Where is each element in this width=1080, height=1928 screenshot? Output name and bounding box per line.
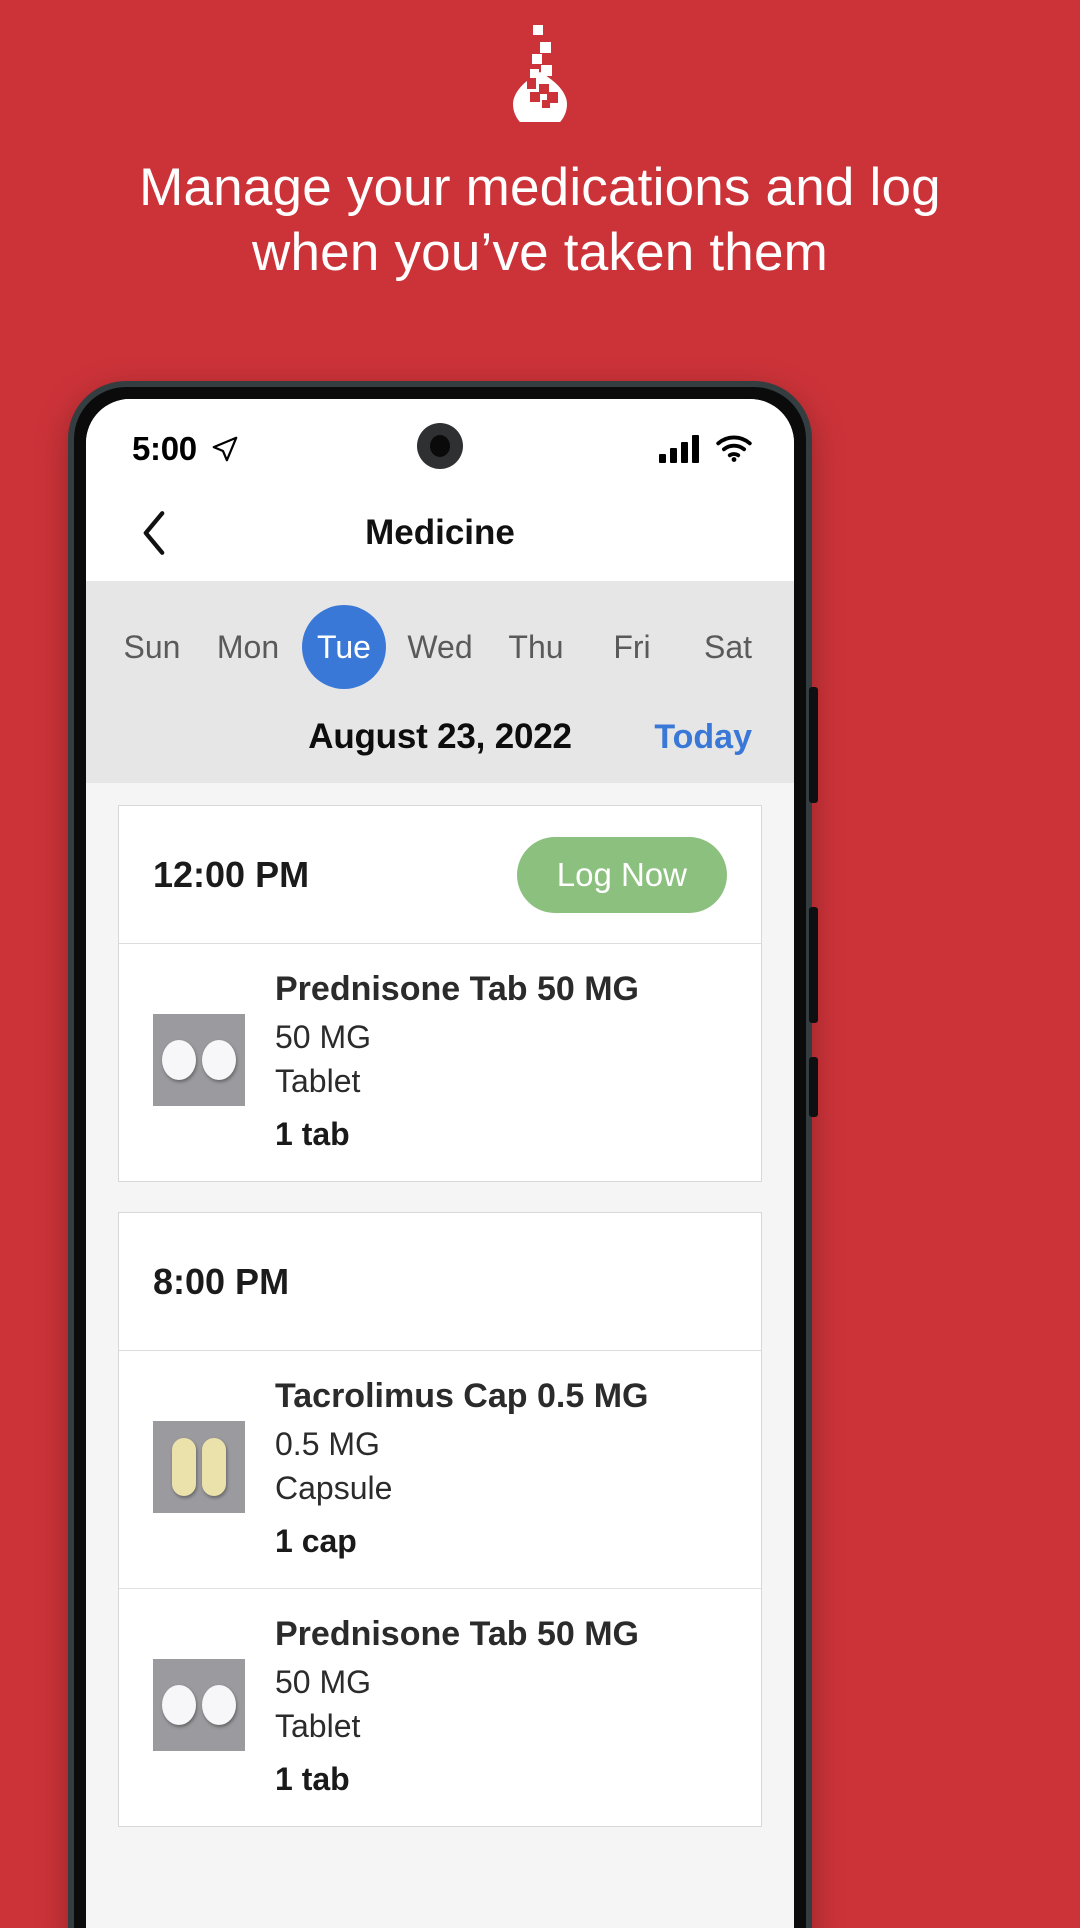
page-title: Medicine (365, 513, 515, 552)
log-now-button[interactable]: Log Now (516, 836, 727, 913)
white-oval-tablets-thumbnail (153, 1014, 245, 1106)
medication-strength: 0.5 MG (275, 1426, 380, 1462)
medication-name: Prednisone Tab 50 MG (275, 1615, 640, 1653)
medication-info: Tacrolimus Cap 0.5 MG 0.5 MG Capsule 1 c… (245, 1377, 731, 1560)
medication-info: Prednisone Tab 50 MG 50 MG Tablet 1 tab (245, 1615, 731, 1798)
phone-power-button[interactable] (809, 1057, 818, 1117)
schedule-card-header: 8:00 PM (119, 1213, 761, 1351)
schedule-card-header: 12:00 PM Log Now (119, 806, 761, 944)
today-link[interactable]: Today (654, 718, 752, 757)
day-sun[interactable]: Sun (104, 603, 200, 691)
medication-form: Tablet (275, 1063, 361, 1099)
day-label: Mon (216, 629, 280, 665)
white-oval-tablets-thumbnail (153, 1659, 245, 1751)
promo-headline: Manage your medications and log when you… (139, 158, 941, 282)
medication-dose: 1 tab (275, 1116, 350, 1152)
tablet-shape (162, 1040, 196, 1080)
phone-volume-up-button[interactable] (809, 687, 818, 803)
phone-bezel: 5:00 Medicine Sun Mon Tue Wed Thu Fri Sa… (74, 387, 806, 1928)
medication-strength: 50 MG (275, 1664, 372, 1700)
schedule-card: 12:00 PM Log Now Prednisone Tab 50 MG 50… (118, 805, 762, 1182)
day-sat[interactable]: Sat (680, 603, 776, 691)
capsule-shape (202, 1438, 226, 1496)
medication-row[interactable]: Prednisone Tab 50 MG 50 MG Tablet 1 tab (119, 944, 761, 1181)
tablet-shape (202, 1040, 236, 1080)
medication-dose: 1 tab (275, 1761, 350, 1797)
medication-name: Prednisone Tab 50 MG (275, 970, 640, 1008)
day-label: Fri (613, 629, 651, 665)
day-label: Tue (302, 605, 386, 689)
day-tue[interactable]: Tue (296, 603, 392, 691)
medication-row[interactable]: Tacrolimus Cap 0.5 MG 0.5 MG Capsule 1 c… (119, 1351, 761, 1589)
promo-header: Manage your medications and log when you… (0, 0, 1080, 285)
medication-strength: 50 MG (275, 1019, 372, 1055)
day-fri[interactable]: Fri (584, 603, 680, 691)
day-label: Sat (703, 629, 753, 665)
medication-form: Capsule (275, 1470, 393, 1506)
date-row: August 23, 2022 Today (86, 691, 794, 783)
status-bar: 5:00 (86, 399, 794, 485)
medication-dose: 1 cap (275, 1523, 357, 1559)
medication-name: Tacrolimus Cap 0.5 MG (275, 1377, 649, 1415)
status-bar-clock: 5:00 (132, 430, 197, 467)
day-wed[interactable]: Wed (392, 603, 488, 691)
day-mon[interactable]: Mon (200, 603, 296, 691)
app-bar: Medicine (86, 485, 794, 581)
medication-form: Tablet (275, 1708, 361, 1744)
phone-mockup: 5:00 Medicine Sun Mon Tue Wed Thu Fri Sa… (68, 381, 818, 1928)
signal-bars-icon (659, 435, 699, 463)
yellow-capsules-thumbnail (153, 1421, 245, 1513)
phone-volume-down-button[interactable] (809, 907, 818, 1023)
schedule-time: 12:00 PM (153, 853, 310, 895)
status-bar-right (659, 435, 752, 463)
selected-date: August 23, 2022 (308, 717, 572, 756)
schedule-card: 8:00 PM Tacrolimus Cap 0.5 MG 0.5 MG Cap… (118, 1212, 762, 1827)
medication-row[interactable]: Prednisone Tab 50 MG 50 MG Tablet 1 tab (119, 1589, 761, 1826)
day-label: Wed (407, 629, 473, 665)
capsule-shape (172, 1438, 196, 1496)
wifi-icon (716, 435, 752, 462)
schedule-time: 8:00 PM (153, 1260, 290, 1302)
day-label: Sun (123, 629, 181, 665)
week-strip: Sun Mon Tue Wed Thu Fri Sat August 23, 2… (86, 581, 794, 783)
day-thu[interactable]: Thu (488, 603, 584, 691)
status-bar-left: 5:00 (132, 430, 240, 468)
phone-screen: 5:00 Medicine Sun Mon Tue Wed Thu Fri Sa… (86, 399, 794, 1928)
medication-schedule-list: 12:00 PM Log Now Prednisone Tab 50 MG 50… (86, 783, 794, 1827)
tablet-shape (162, 1685, 196, 1725)
pixel-droplet-logo-icon (513, 25, 567, 122)
location-arrow-icon (212, 436, 238, 462)
app-logo (480, 18, 600, 126)
medication-info: Prednisone Tab 50 MG 50 MG Tablet 1 tab (245, 970, 731, 1153)
front-camera-icon (417, 423, 463, 469)
tablet-shape (202, 1685, 236, 1725)
day-selector: Sun Mon Tue Wed Thu Fri Sat (86, 603, 794, 691)
day-label: Thu (508, 629, 564, 665)
